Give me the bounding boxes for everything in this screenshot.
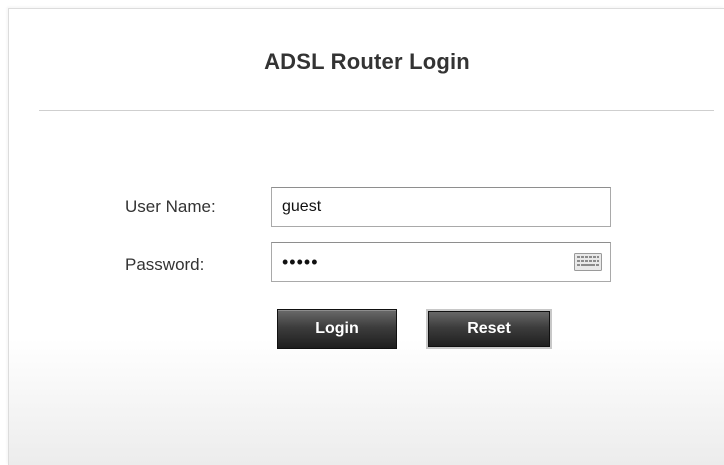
login-panel: ADSL Router Login User Name: Password: xyxy=(8,8,724,465)
title-divider xyxy=(39,110,714,111)
keyboard-icon[interactable] xyxy=(574,253,602,271)
password-input[interactable] xyxy=(272,243,610,281)
reset-button[interactable]: Reset xyxy=(426,309,552,349)
login-button[interactable]: Login xyxy=(277,309,397,349)
username-field[interactable] xyxy=(271,187,611,227)
username-input[interactable] xyxy=(272,188,610,226)
password-label: Password: xyxy=(125,255,205,274)
page-title: ADSL Router Login xyxy=(264,49,470,74)
password-field[interactable] xyxy=(271,242,611,282)
username-label: User Name: xyxy=(125,197,216,216)
